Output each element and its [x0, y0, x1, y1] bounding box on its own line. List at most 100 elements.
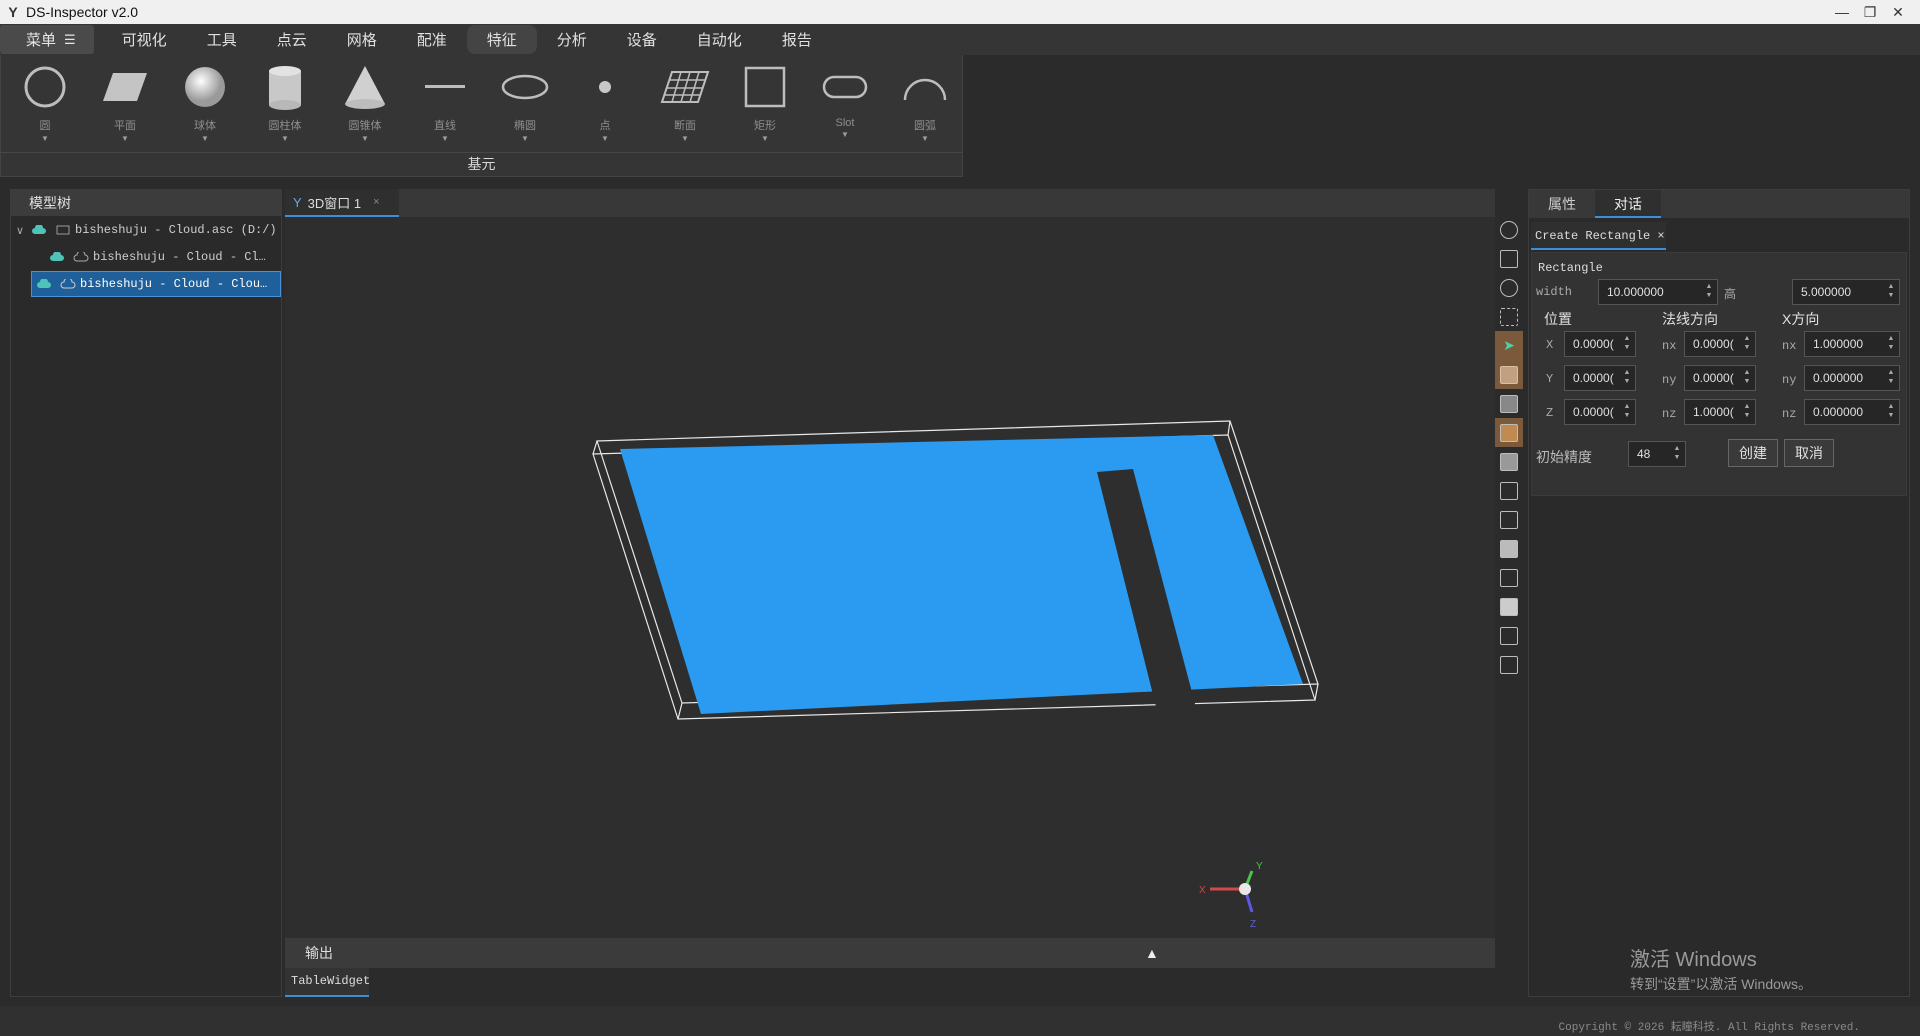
view-cube-6-icon[interactable] [1495, 650, 1523, 679]
tree-item-selected[interactable]: bisheshuju - Cloud - Clou… [31, 271, 281, 297]
view-top-icon[interactable] [1495, 447, 1523, 476]
spin-arrows-icon[interactable]: ▲ ▼ [1621, 402, 1633, 422]
3d-viewport[interactable]: X Y Z [285, 217, 1495, 938]
view-front-icon[interactable] [1495, 389, 1523, 418]
spin-arrows-icon[interactable]: ▲ ▼ [1703, 282, 1715, 302]
dropdown-arrow-icon[interactable]: ▼ [41, 134, 49, 143]
dropdown-arrow-icon[interactable]: ▼ [841, 130, 849, 139]
tool-rectangle[interactable]: 矩形 ▼ [725, 61, 805, 153]
tool-line[interactable]: 直线 ▼ [405, 61, 485, 153]
lasso-select-icon[interactable] [1495, 273, 1523, 302]
hamburger-icon: ☰ [64, 31, 76, 47]
menu-device[interactable]: 设备 [607, 25, 677, 54]
dropdown-arrow-icon[interactable]: ▼ [361, 134, 369, 143]
view-cube-5-icon[interactable] [1495, 621, 1523, 650]
menu-point-cloud[interactable]: 点云 [257, 25, 327, 54]
view-cube-1-icon[interactable] [1495, 505, 1523, 534]
tool-ellipse[interactable]: 椭圆 ▼ [485, 61, 565, 153]
dropdown-arrow-icon[interactable]: ▼ [121, 134, 129, 143]
tool-arc[interactable]: 圆弧 ▼ [885, 61, 965, 153]
menu-mesh[interactable]: 网格 [327, 25, 397, 54]
pos-z-input[interactable]: 0.0000(▲ ▼ [1564, 399, 1636, 425]
dropdown-arrow-icon[interactable]: ▼ [521, 134, 529, 143]
cloud-visible-icon[interactable] [31, 225, 47, 235]
menu-registration[interactable]: 配准 [397, 25, 467, 54]
height-input[interactable]: 5.000000 ▲ ▼ [1792, 279, 1900, 305]
tool-circle[interactable]: 圆 ▼ [5, 61, 85, 153]
menu-report[interactable]: 报告 [762, 25, 832, 54]
menu-automation[interactable]: 自动化 [677, 25, 762, 54]
dropdown-arrow-icon[interactable]: ▼ [201, 134, 209, 143]
output-bar[interactable]: 输出 ▲ [285, 938, 1495, 968]
zoom-fit-icon[interactable] [1495, 215, 1523, 244]
close-dialog-icon[interactable]: × [1657, 229, 1664, 243]
view-iso-icon[interactable] [1495, 418, 1523, 447]
tab-properties[interactable]: 属性 [1529, 190, 1595, 218]
close-tab-icon[interactable]: × [373, 196, 379, 208]
tree-item-root[interactable]: ∨ bisheshuju - Cloud.asc (D:/) [13, 217, 281, 243]
dropdown-arrow-icon[interactable]: ▼ [281, 134, 289, 143]
xdir-x-input[interactable]: 1.000000 ▲ ▼ [1804, 331, 1900, 357]
xdir-z-input[interactable]: 0.000000 ▲ ▼ [1804, 399, 1900, 425]
close-window-button[interactable]: ✕ [1884, 4, 1912, 21]
minimize-button[interactable]: — [1828, 4, 1856, 20]
polygon-select-icon[interactable] [1495, 244, 1523, 273]
tab-table-widget[interactable]: TableWidget [285, 968, 370, 997]
view-plane-icon[interactable] [1495, 476, 1523, 505]
surface-view-icon[interactable] [1495, 360, 1523, 389]
spin-arrows-icon[interactable]: ▲ ▼ [1741, 402, 1753, 422]
normal-z-input[interactable]: 1.0000(▲ ▼ [1684, 399, 1756, 425]
dropdown-arrow-icon[interactable]: ▼ [761, 134, 769, 143]
spin-arrows-icon[interactable]: ▲ ▼ [1671, 444, 1683, 464]
tool-slot[interactable]: Slot ▼ [805, 61, 885, 153]
cloud-visible-icon[interactable] [49, 252, 65, 262]
cloud-visible-icon[interactable] [36, 279, 52, 289]
spin-arrows-icon[interactable]: ▲ ▼ [1885, 402, 1897, 422]
expand-output-icon[interactable]: ▲ [1145, 938, 1159, 968]
tool-cone[interactable]: 圆锥体 ▼ [325, 61, 405, 153]
tab-create-rectangle[interactable]: Create Rectangle × [1531, 222, 1666, 250]
xdir-x-value: 1.000000 [1813, 337, 1864, 351]
main-menu-button[interactable]: 菜单 ☰ [0, 25, 94, 54]
tab-dialog[interactable]: 对话 [1595, 190, 1661, 218]
view-cube-2-icon[interactable] [1495, 534, 1523, 563]
spin-arrows-icon[interactable]: ▲ ▼ [1741, 368, 1753, 388]
menu-tools[interactable]: 工具 [187, 25, 257, 54]
view-cube-4-icon[interactable] [1495, 592, 1523, 621]
tab-3d-window[interactable]: Y 3D窗口 1 × [285, 189, 399, 217]
expand-chevron-icon[interactable]: ∨ [13, 224, 27, 237]
create-button[interactable]: 创建 [1728, 439, 1778, 467]
xdir-y-input[interactable]: 0.000000 ▲ ▼ [1804, 365, 1900, 391]
spin-arrows-icon[interactable]: ▲ ▼ [1885, 282, 1897, 302]
dropdown-arrow-icon[interactable]: ▼ [601, 134, 609, 143]
width-input[interactable]: 10.000000 ▲ ▼ [1598, 279, 1718, 305]
spin-arrows-icon[interactable]: ▲ ▼ [1885, 368, 1897, 388]
view-cube-3-icon[interactable] [1495, 563, 1523, 592]
menu-analysis[interactable]: 分析 [537, 25, 607, 54]
spin-arrows-icon[interactable]: ▲ ▼ [1885, 334, 1897, 354]
spin-arrows-icon[interactable]: ▲ ▼ [1741, 334, 1753, 354]
tool-plane[interactable]: 平面 ▼ [85, 61, 165, 153]
point-cloud-scene[interactable]: X Y Z [285, 217, 1495, 938]
spin-arrows-icon[interactable]: ▲ ▼ [1621, 368, 1633, 388]
dropdown-arrow-icon[interactable]: ▼ [681, 134, 689, 143]
rect-select-icon[interactable] [1495, 302, 1523, 331]
tool-point[interactable]: 点 ▼ [565, 61, 645, 153]
menu-visualize[interactable]: 可视化 [102, 25, 187, 54]
pos-y-input[interactable]: 0.0000(▲ ▼ [1564, 365, 1636, 391]
cancel-button[interactable]: 取消 [1784, 439, 1834, 467]
tool-section[interactable]: 断面 ▼ [645, 61, 725, 153]
tool-sphere[interactable]: 球体 ▼ [165, 61, 245, 153]
precision-input[interactable]: 48 ▲ ▼ [1628, 441, 1686, 467]
tree-item-child[interactable]: bisheshuju - Cloud - Cl… [45, 244, 281, 270]
spin-arrows-icon[interactable]: ▲ ▼ [1621, 334, 1633, 354]
pos-x-input[interactable]: 0.0000(▲ ▼ [1564, 331, 1636, 357]
normal-x-input[interactable]: 0.0000(▲ ▼ [1684, 331, 1756, 357]
restore-button[interactable]: ❐ [1856, 4, 1884, 21]
dropdown-arrow-icon[interactable]: ▼ [441, 134, 449, 143]
normal-y-input[interactable]: 0.0000(▲ ▼ [1684, 365, 1756, 391]
menu-feature[interactable]: 特征 [466, 25, 537, 54]
tool-cylinder[interactable]: 圆柱体 ▼ [245, 61, 325, 153]
dropdown-arrow-icon[interactable]: ▼ [921, 134, 929, 143]
pointer-icon[interactable]: ➤ [1495, 331, 1523, 360]
